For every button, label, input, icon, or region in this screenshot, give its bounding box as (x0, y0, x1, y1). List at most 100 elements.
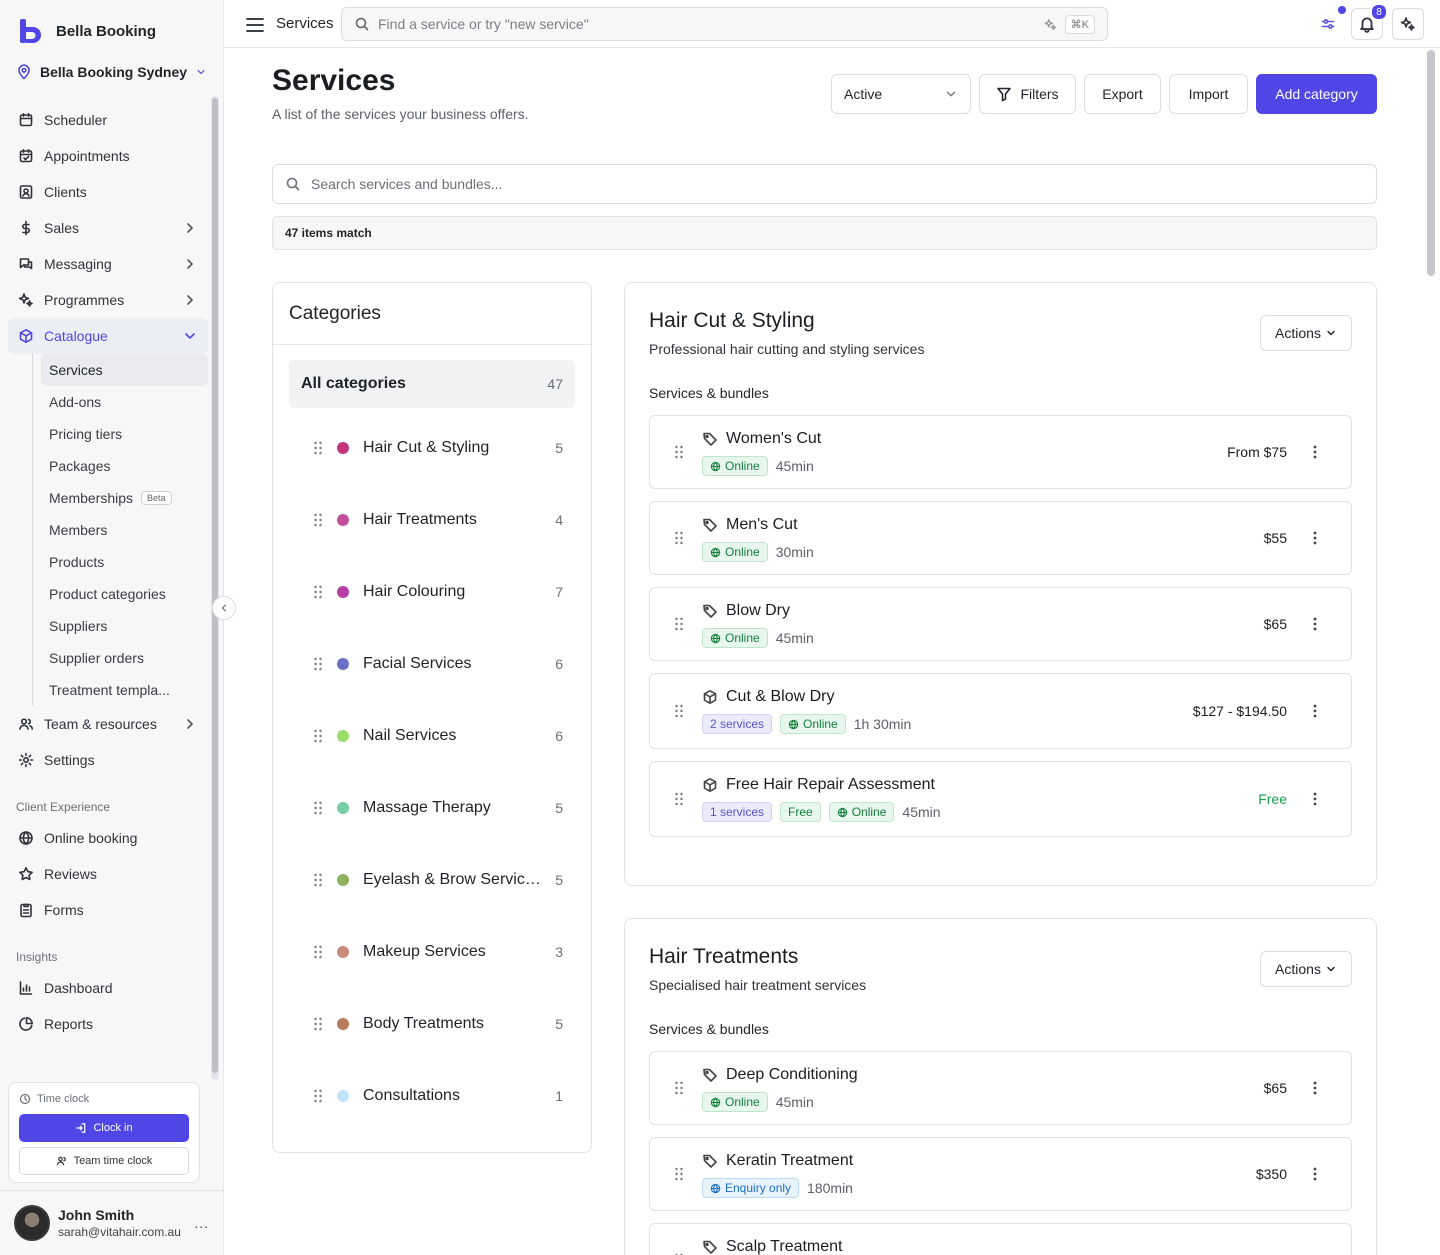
sidebar-scrollbar-thumb[interactable] (212, 98, 218, 1073)
location-switcher[interactable]: Bella Booking Sydney (16, 64, 207, 80)
category-item[interactable]: Makeup Services 3 (289, 916, 575, 988)
nav-item-sales[interactable]: Sales (8, 210, 208, 246)
chevron-down-icon (946, 91, 956, 97)
sub-item-add-ons[interactable]: Add-ons (41, 386, 208, 418)
category-item[interactable]: Hair Colouring 7 (289, 556, 575, 628)
services-search-input[interactable]: Search services and bundles... (272, 164, 1377, 204)
group-actions-button[interactable]: Actions (1260, 951, 1352, 987)
brand-name: Bella Booking (56, 22, 157, 40)
clock-in-button[interactable]: Clock in (19, 1114, 189, 1142)
status-select[interactable]: Active (831, 74, 971, 114)
service-row[interactable]: Deep Conditioning Online 45min $65 (649, 1051, 1352, 1125)
nav-item-appointments[interactable]: Appointments (8, 138, 208, 174)
category-item[interactable]: Hair Cut & Styling 5 (289, 412, 575, 484)
import-button[interactable]: Import (1169, 74, 1248, 114)
service-more-button[interactable] (1307, 444, 1323, 460)
user-more-button[interactable]: ... (194, 1215, 209, 1231)
badge-label: 2 services (710, 717, 765, 731)
nav-item-dashboard[interactable]: Dashboard (8, 970, 208, 1006)
nav-label: Sales (44, 220, 80, 236)
service-row[interactable]: Blow Dry Online 45min $65 (649, 587, 1352, 661)
category-name: Hair Cut & Styling (363, 439, 490, 456)
team-time-clock-label: Team time clock (73, 1155, 153, 1167)
category-item[interactable]: Body Treatments 5 (289, 988, 575, 1060)
sub-item-pricing-tiers[interactable]: Pricing tiers (41, 418, 208, 450)
category-count: 4 (555, 512, 563, 528)
sub-item-memberships[interactable]: Memberships Beta (41, 482, 208, 514)
ai-assistant-button[interactable] (1392, 8, 1424, 40)
category-color-dot (337, 802, 349, 814)
nav-item-messaging[interactable]: Messaging (8, 246, 208, 282)
service-more-button[interactable] (1307, 791, 1323, 807)
category-item[interactable]: Facial Services 6 (289, 628, 575, 700)
nav-item-forms[interactable]: Forms (8, 892, 208, 928)
star-icon (19, 867, 33, 881)
filters-button[interactable]: Filters (979, 74, 1076, 114)
sub-item-treatment-templates[interactable]: Treatment templa... (41, 674, 208, 706)
category-item[interactable]: Massage Therapy 5 (289, 772, 575, 844)
gear-icon (18, 752, 34, 768)
service-more-button[interactable] (1307, 703, 1323, 719)
sidebar-collapse-button[interactable] (212, 596, 236, 620)
export-button[interactable]: Export (1084, 74, 1161, 114)
service-more-button[interactable] (1307, 616, 1323, 632)
drag-handle-icon (314, 801, 322, 815)
box-icon (703, 690, 717, 704)
service-more-button[interactable] (1307, 1166, 1323, 1182)
category-count: 7 (555, 584, 563, 600)
service-name-row: Men's Cut (702, 516, 814, 534)
global-search-input[interactable]: Find a service or try "new service" ⌘K (341, 7, 1108, 41)
nav-label: Appointments (44, 148, 130, 164)
service-row[interactable]: Men's Cut Online 30min $55 (649, 501, 1352, 575)
service-duration: 45min (775, 1094, 814, 1110)
sparkle-icon (18, 293, 33, 307)
sub-item-packages[interactable]: Packages (41, 450, 208, 482)
nav-item-programmes[interactable]: Programmes (8, 282, 208, 318)
nav-item-clients[interactable]: Clients (8, 174, 208, 210)
main-scrollbar-thumb[interactable] (1427, 50, 1435, 276)
service-name-row: Cut & Blow Dry (702, 688, 911, 706)
chevron-down-icon (1327, 966, 1335, 972)
category-item[interactable]: Eyelash & Brow Services 5 (289, 844, 575, 916)
nav-item-team-resources[interactable]: Team & resources (8, 706, 208, 742)
nav-item-online-booking[interactable]: Online booking (8, 820, 208, 856)
user-profile[interactable]: John Smith sarah@vitahair.com.au ... (0, 1190, 223, 1255)
menu-icon[interactable] (245, 15, 265, 35)
sub-item-members[interactable]: Members (41, 514, 208, 546)
nav-item-reviews[interactable]: Reviews (8, 856, 208, 892)
service-more-button[interactable] (1307, 1080, 1323, 1096)
contact-card-icon (19, 185, 33, 199)
category-item[interactable]: Hair Treatments 4 (289, 484, 575, 556)
category-all[interactable]: All categories 47 (289, 360, 575, 408)
group-actions-button[interactable]: Actions (1260, 315, 1352, 351)
team-time-clock-button[interactable]: Team time clock (19, 1147, 189, 1175)
category-color-dot (337, 1018, 349, 1030)
chevron-left-icon (221, 604, 227, 612)
service-more-button[interactable] (1307, 530, 1323, 546)
drag-handle-icon (314, 441, 322, 455)
service-name: Men's Cut (726, 516, 798, 533)
service-row[interactable]: Free Hair Repair Assessment 1 services Fre… (649, 761, 1352, 837)
sub-item-suppliers[interactable]: Suppliers (41, 610, 208, 642)
nav-item-scheduler[interactable]: Scheduler (8, 102, 208, 138)
sub-item-product-categories[interactable]: Product categories (41, 578, 208, 610)
service-name: Keratin Treatment (726, 1152, 854, 1169)
sub-item-products[interactable]: Products (41, 546, 208, 578)
brand[interactable]: Bella Booking (18, 18, 156, 44)
category-all-label: All categories (301, 375, 406, 392)
category-item[interactable]: Nail Services 6 (289, 700, 575, 772)
service-row[interactable]: Cut & Blow Dry 2 services Online 1h 30min $1… (649, 673, 1352, 749)
service-name: Deep Conditioning (726, 1066, 858, 1083)
sub-item-label: Suppliers (49, 618, 108, 634)
nav-item-settings[interactable]: Settings (8, 742, 208, 778)
service-row[interactable]: Keratin Treatment Enquiry only 180min $350 (649, 1137, 1352, 1211)
sub-item-supplier-orders[interactable]: Supplier orders (41, 642, 208, 674)
nav-item-reports[interactable]: Reports (8, 1006, 208, 1042)
service-row[interactable]: Scalp Treatment (649, 1223, 1352, 1255)
nav-item-catalogue[interactable]: Catalogue (8, 318, 208, 354)
sub-item-services[interactable]: Services (41, 354, 208, 386)
category-item[interactable]: Consultations 1 (289, 1060, 575, 1132)
service-name-row: Women's Cut (702, 430, 821, 448)
service-row[interactable]: Women's Cut Online 45min From $75 (649, 415, 1352, 489)
add-category-button[interactable]: Add category (1256, 74, 1377, 114)
